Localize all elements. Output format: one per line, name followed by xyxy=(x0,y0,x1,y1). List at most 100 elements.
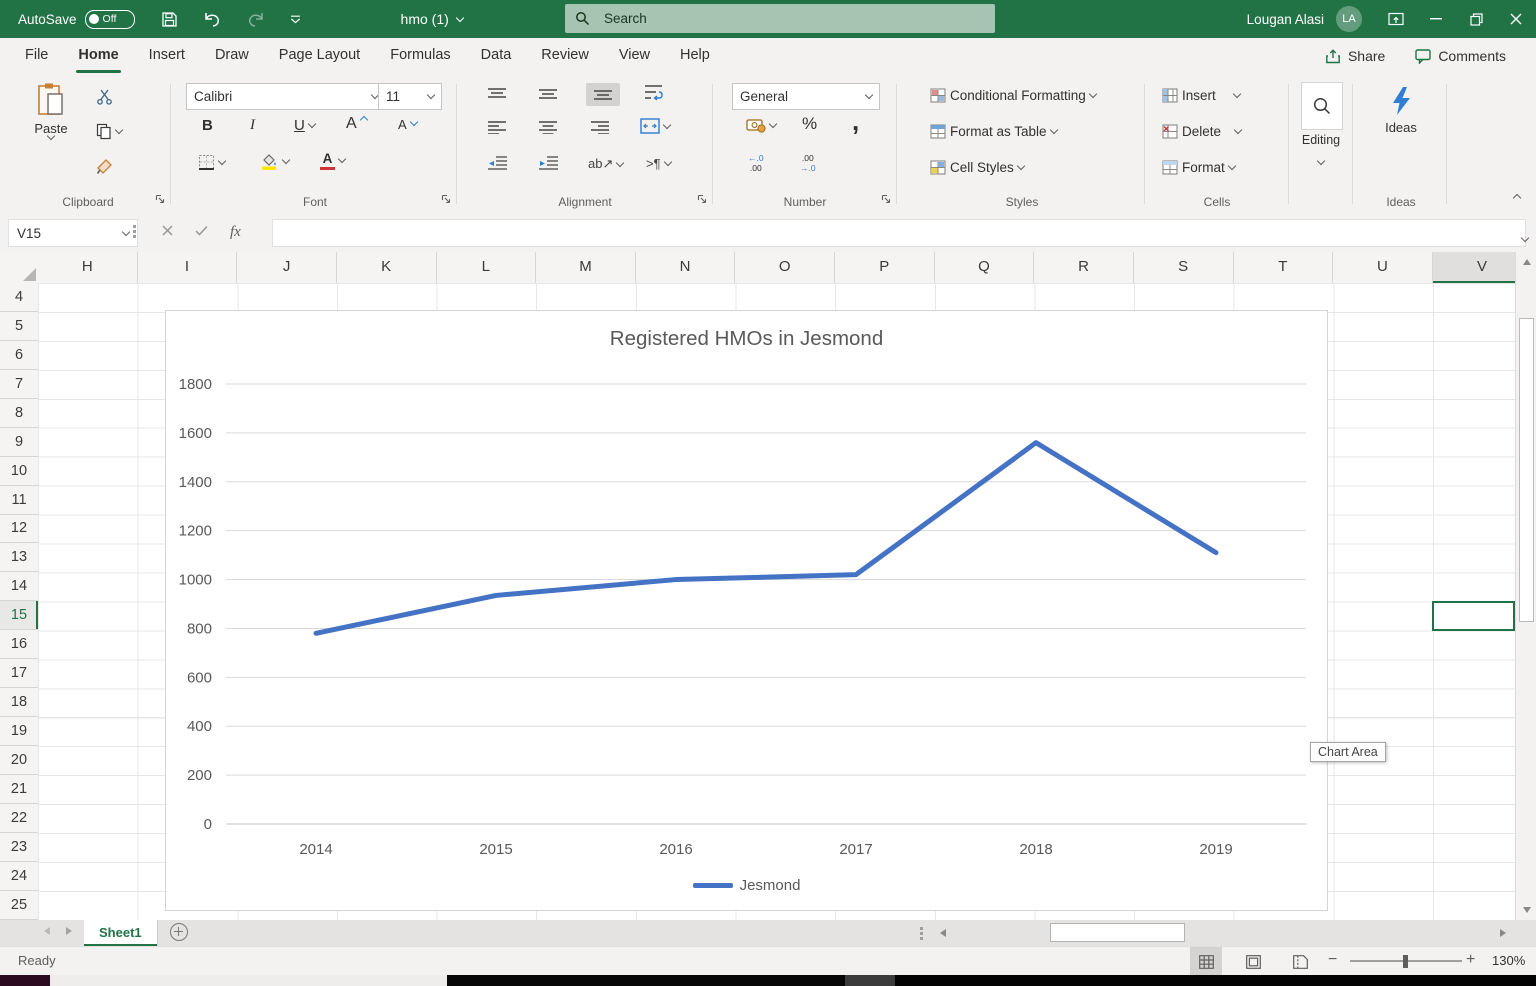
page-break-preview-button[interactable] xyxy=(1284,947,1316,976)
decrease-font-size-button[interactable]: A xyxy=(398,117,417,132)
column-header-V[interactable]: V xyxy=(1433,252,1515,283)
row-header-14[interactable]: 14 xyxy=(0,572,38,601)
zoom-slider-thumb[interactable] xyxy=(1403,955,1408,968)
merge-center-button[interactable] xyxy=(640,118,670,134)
tab-draw[interactable]: Draw xyxy=(200,38,264,74)
name-box[interactable]: V15 xyxy=(8,219,138,247)
avatar[interactable]: LA xyxy=(1336,6,1362,32)
scroll-down-button[interactable] xyxy=(1516,902,1536,918)
column-header-O[interactable]: O xyxy=(735,252,835,283)
column-header-K[interactable]: K xyxy=(337,252,437,283)
insert-function-button[interactable]: fx xyxy=(230,224,241,241)
orientation-button[interactable]: ab↗ xyxy=(588,156,623,172)
column-header-M[interactable]: M xyxy=(536,252,636,283)
align-right-button[interactable] xyxy=(591,121,609,134)
decrease-indent-button[interactable] xyxy=(488,156,507,170)
format-as-table-button[interactable]: Format as Table xyxy=(930,124,1057,139)
formula-bar-splitter[interactable] xyxy=(133,225,136,228)
page-layout-view-button[interactable] xyxy=(1237,947,1269,976)
tab-page-layout[interactable]: Page Layout xyxy=(264,38,375,74)
italic-button[interactable]: I xyxy=(250,117,255,134)
top-align-button[interactable] xyxy=(488,88,506,101)
zoom-out-button[interactable]: − xyxy=(1328,951,1337,969)
row-header-19[interactable]: 19 xyxy=(0,717,38,746)
tab-review[interactable]: Review xyxy=(526,38,604,74)
row-header-21[interactable]: 21 xyxy=(0,775,38,804)
font-color-button[interactable]: A xyxy=(320,152,345,170)
search-input[interactable] xyxy=(602,10,926,27)
row-header-25[interactable]: 25 xyxy=(0,891,38,920)
document-title[interactable]: hmo (1) xyxy=(401,11,463,27)
middle-align-button[interactable] xyxy=(539,88,557,101)
row-header-8[interactable]: 8 xyxy=(0,399,38,428)
enter-button[interactable] xyxy=(195,223,208,241)
row-header-18[interactable]: 18 xyxy=(0,688,38,717)
accounting-format-button[interactable] xyxy=(746,118,776,133)
font-size-combo[interactable]: 11 xyxy=(378,83,442,110)
save-button[interactable] xyxy=(149,4,190,34)
row-header-5[interactable]: 5 xyxy=(0,312,38,341)
bold-button[interactable]: B xyxy=(202,117,213,134)
column-header-I[interactable]: I xyxy=(138,252,238,283)
font-name-combo[interactable]: Calibri xyxy=(186,83,386,110)
row-header-7[interactable]: 7 xyxy=(0,370,38,399)
sheet-tab-sheet1[interactable]: Sheet1 xyxy=(84,920,158,946)
column-header-P[interactable]: P xyxy=(835,252,935,283)
row-header-11[interactable]: 11 xyxy=(0,486,38,515)
alignment-dialog-launcher[interactable] xyxy=(697,192,707,207)
tab-scroll-splitter[interactable] xyxy=(920,927,923,930)
select-all-corner[interactable] xyxy=(0,252,39,284)
font-dialog-launcher[interactable] xyxy=(441,192,451,207)
number-dialog-launcher[interactable] xyxy=(881,192,891,207)
borders-button[interactable] xyxy=(198,154,225,171)
percent-style-button[interactable]: % xyxy=(802,114,817,134)
search-bar[interactable] xyxy=(565,4,995,33)
row-header-17[interactable]: 17 xyxy=(0,659,38,688)
tab-help[interactable]: Help xyxy=(665,38,725,74)
row-header-13[interactable]: 13 xyxy=(0,543,38,572)
align-center-button[interactable] xyxy=(539,121,557,134)
column-header-L[interactable]: L xyxy=(437,252,537,283)
normal-view-button[interactable] xyxy=(1190,947,1222,976)
horizontal-scroll-thumb[interactable] xyxy=(1050,923,1185,942)
tab-file[interactable]: File xyxy=(10,38,63,74)
user-name[interactable]: Lougan Alasi xyxy=(1247,12,1324,27)
restore-button[interactable] xyxy=(1456,0,1496,38)
insert-cells-button[interactable]: Insert xyxy=(1162,88,1240,103)
new-sheet-button[interactable] xyxy=(170,923,188,941)
row-header-6[interactable]: 6 xyxy=(0,341,38,370)
clipboard-dialog-launcher[interactable] xyxy=(155,192,165,207)
collapse-ribbon-button[interactable] xyxy=(1514,189,1520,204)
row-header-23[interactable]: 23 xyxy=(0,833,38,862)
increase-decimal-button[interactable]: ←.0 .00 xyxy=(748,154,764,174)
next-sheet-button[interactable] xyxy=(66,927,72,935)
zoom-level[interactable]: 130% xyxy=(1492,953,1525,968)
format-cells-button[interactable]: Format xyxy=(1162,160,1235,175)
column-header-R[interactable]: R xyxy=(1034,252,1134,283)
sheet-cells[interactable]: Registered HMOs in Jesmond 0200400600800… xyxy=(38,283,1515,920)
undo-button[interactable] xyxy=(190,4,234,34)
tab-formulas[interactable]: Formulas xyxy=(375,38,465,74)
copy-button[interactable] xyxy=(96,123,122,140)
increase-font-size-button[interactable]: A xyxy=(346,115,367,133)
row-header-12[interactable]: 12 xyxy=(0,515,38,544)
row-header-16[interactable]: 16 xyxy=(0,630,38,659)
chart[interactable]: Registered HMOs in Jesmond 0200400600800… xyxy=(165,310,1328,911)
previous-sheet-button[interactable] xyxy=(44,927,50,935)
vertical-scrollbar[interactable] xyxy=(1515,252,1536,920)
scroll-up-button[interactable] xyxy=(1516,252,1536,272)
expand-formula-bar-button[interactable] xyxy=(1522,228,1528,246)
row-header-9[interactable]: 9 xyxy=(0,428,38,457)
ideas-button[interactable]: Ideas xyxy=(1356,86,1446,135)
vertical-scroll-thumb[interactable] xyxy=(1519,318,1534,622)
underline-button[interactable]: U xyxy=(294,117,315,134)
tab-data[interactable]: Data xyxy=(466,38,527,74)
column-header-J[interactable]: J xyxy=(237,252,337,283)
row-header-20[interactable]: 20 xyxy=(0,746,38,775)
formula-input[interactable] xyxy=(272,219,1526,247)
row-header-22[interactable]: 22 xyxy=(0,804,38,833)
redo-button[interactable] xyxy=(234,4,278,34)
tab-view[interactable]: View xyxy=(604,38,665,74)
row-header-10[interactable]: 10 xyxy=(0,457,38,486)
decrease-decimal-button[interactable]: .00 →.0 xyxy=(800,154,816,174)
